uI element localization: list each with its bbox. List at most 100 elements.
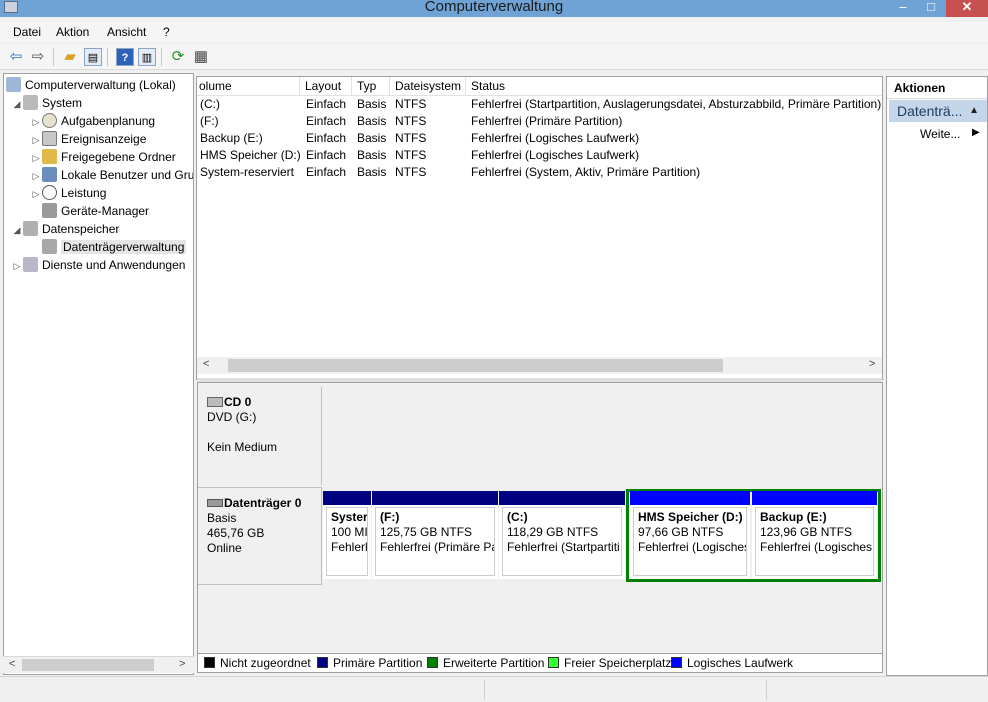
scroll-right-icon[interactable]: > <box>869 358 875 370</box>
tree-horizontal-scrollbar[interactable]: < > <box>3 656 194 673</box>
collapsed-arrow-icon[interactable]: ▷ <box>30 131 42 149</box>
cell-status: Fehlerfrei (Logisches Laufwerk) <box>471 148 640 162</box>
submenu-arrow-icon[interactable]: ▶ <box>972 127 980 138</box>
menu-bar: Datei Aktion Ansicht ? <box>0 22 988 42</box>
column-header-volume[interactable]: olume <box>197 77 300 96</box>
up-folder-icon[interactable]: ▰ <box>61 48 79 66</box>
legend-swatch <box>317 657 328 668</box>
scrollbar-thumb[interactable] <box>228 359 723 372</box>
back-icon[interactable]: ⇦ <box>7 48 25 66</box>
cell-dateisystem: NTFS <box>395 97 427 111</box>
tree-item-lokale-benutzer[interactable]: ▷Lokale Benutzer und Gruppen <box>30 166 193 185</box>
legend-swatch <box>204 657 215 668</box>
table-row[interactable]: (F:) Einfach Basis NTFS Fehlerfrei (Primäre … <box>197 113 882 130</box>
cell-typ: Basis <box>357 148 387 162</box>
tree-item-datentraegerverwaltung[interactable]: Datenträgerverwaltung <box>42 238 187 256</box>
partition-body: Backup (E:) 123,96 GB NTFS Fehlerfrei (L… <box>755 507 874 576</box>
tree-item-aufgabenplanung[interactable]: ▷ Aufgabenplanung <box>30 112 155 130</box>
cd-drive-icon <box>207 397 223 407</box>
partition-f[interactable]: (F:) 125,75 GB NTFS Fehlerfrei (Primäre … <box>372 491 498 579</box>
scroll-left-icon[interactable]: < <box>9 658 15 670</box>
cell-volume: (C:) <box>200 97 220 111</box>
properties-icon[interactable]: ▦ <box>192 48 210 66</box>
actions-section-disk-management[interactable]: Datenträ... ▲ <box>889 100 987 122</box>
forward-icon[interactable]: ⇨ <box>29 48 47 66</box>
list-horizontal-scrollbar[interactable]: < > <box>197 357 882 374</box>
tree-item-ereignisanzeige[interactable]: ▷ Ereignisanzeige <box>30 130 146 148</box>
legend-swatch <box>427 657 438 668</box>
actions-pane: Aktionen Datenträ... ▲ Weite... ▶ <box>886 76 988 676</box>
computer-management-icon <box>6 77 21 92</box>
close-button[interactable]: ✕ <box>946 0 988 17</box>
cd0-type: DVD (G:) <box>207 410 257 424</box>
tree-item-datenspeicher[interactable]: ◢ Datenspeicher <box>11 220 119 238</box>
table-row[interactable]: Backup (E:) Einfach Basis NTFS Fehlerfrei (L… <box>197 130 882 147</box>
services-icon <box>23 257 38 272</box>
navigation-tree: Computerverwaltung (Lokal) ◢ System ▷ Aufg… <box>3 73 194 675</box>
actions-header: Aktionen <box>887 77 987 99</box>
show-action-pane-icon[interactable]: ▥ <box>138 48 156 66</box>
collapsed-arrow-icon[interactable]: ▷ <box>30 113 42 131</box>
tree-item-dienste[interactable]: ▷ Dienste und Anwendungen <box>11 256 185 274</box>
toolbar-separator <box>107 48 108 66</box>
action-more-actions[interactable]: Weite... <box>920 127 960 141</box>
legend-unallocated: Nicht zugeordnet <box>204 656 311 670</box>
cell-layout: Einfach <box>306 148 347 162</box>
collapse-triangle-icon[interactable]: ▲ <box>969 100 979 122</box>
legend-primary: Primäre Partition <box>317 656 422 670</box>
column-header-dateisystem[interactable]: Dateisystem <box>390 77 466 96</box>
disk0-status: Online <box>207 541 242 555</box>
menu-help[interactable]: ? <box>163 25 170 39</box>
column-header-status[interactable]: Status <box>466 77 882 96</box>
refresh-icon[interactable]: ⟳ <box>169 48 187 66</box>
legend-swatch <box>671 657 682 668</box>
legend-logical: Logisches Laufwerk <box>671 656 793 670</box>
partition-hms-speicher[interactable]: HMS Speicher (D:) 97,66 GB NTFS Fehlerfr… <box>630 491 750 579</box>
cell-volume: (F:) <box>200 114 219 128</box>
table-row[interactable]: HMS Speicher (D:) Einfach Basis NTFS Fehlerf… <box>197 147 882 164</box>
partition-bar <box>372 491 498 505</box>
menu-ansicht[interactable]: Ansicht <box>107 25 146 39</box>
menu-aktion[interactable]: Aktion <box>56 25 89 39</box>
partition-backup[interactable]: Backup (E:) 123,96 GB NTFS Fehlerfrei (L… <box>752 491 877 579</box>
scroll-left-icon[interactable]: < <box>203 358 209 370</box>
table-row[interactable]: (C:) Einfach Basis NTFS Fehlerfrei (Startpar… <box>197 96 882 113</box>
table-row[interactable]: System-reserviert Einfach Basis NTFS Fehlerf… <box>197 164 882 181</box>
cell-layout: Einfach <box>306 165 347 179</box>
disk-info-cd0[interactable]: CD 0 DVD (G:) Kein Medium <box>198 387 322 485</box>
show-hide-tree-icon[interactable]: ▤ <box>84 48 102 66</box>
tree-item-freigegebene-ordner[interactable]: ▷ Freigegebene Ordner <box>30 148 176 166</box>
storage-icon <box>23 221 38 236</box>
tree-item-system[interactable]: ◢ System <box>11 94 82 112</box>
collapsed-arrow-icon[interactable]: ▷ <box>30 167 42 185</box>
partition-c[interactable]: (C:) 118,29 GB NTFS Fehlerfrei (Startpar… <box>499 491 625 579</box>
expanded-arrow-icon[interactable]: ◢ <box>11 221 23 239</box>
maximize-button[interactable]: □ <box>918 0 944 17</box>
scroll-right-icon[interactable]: > <box>179 658 185 670</box>
collapsed-arrow-icon[interactable]: ▷ <box>30 149 42 167</box>
column-header-layout[interactable]: Layout <box>300 77 352 96</box>
partition-body: (F:) 125,75 GB NTFS Fehlerfrei (Primäre … <box>375 507 495 576</box>
expanded-arrow-icon[interactable]: ◢ <box>11 95 23 113</box>
minimize-button[interactable]: – <box>888 0 918 17</box>
disk-info-disk0[interactable]: Datenträger 0 Basis 465,76 GB Online <box>198 487 322 585</box>
collapsed-arrow-icon[interactable]: ▷ <box>11 257 23 275</box>
system-tools-icon <box>23 95 38 110</box>
cell-typ: Basis <box>357 165 387 179</box>
tree-item-geraete-manager[interactable]: Geräte-Manager <box>42 202 149 220</box>
disk-graph-view: CD 0 DVD (G:) Kein Medium Datenträger 0 … <box>197 382 883 654</box>
cell-volume: HMS Speicher (D:) <box>200 148 300 162</box>
column-header-typ[interactable]: Typ <box>352 77 390 96</box>
performance-icon <box>42 185 57 200</box>
partition-bar <box>323 491 371 505</box>
menu-datei[interactable]: Datei <box>13 25 41 39</box>
collapsed-arrow-icon[interactable]: ▷ <box>30 185 42 203</box>
cell-dateisystem: NTFS <box>395 114 427 128</box>
help-icon[interactable]: ? <box>116 48 134 66</box>
partition-bar <box>630 491 750 505</box>
tree-item-root[interactable]: Computerverwaltung (Lokal) <box>6 76 176 94</box>
partition-system[interactable]: Syster 100 MI Fehlerl <box>323 491 371 579</box>
scrollbar-thumb[interactable] <box>22 659 154 671</box>
tree-item-leistung[interactable]: ▷ Leistung <box>30 184 106 202</box>
cell-status: Fehlerfrei (System, Aktiv, Primäre Parti… <box>471 165 701 179</box>
